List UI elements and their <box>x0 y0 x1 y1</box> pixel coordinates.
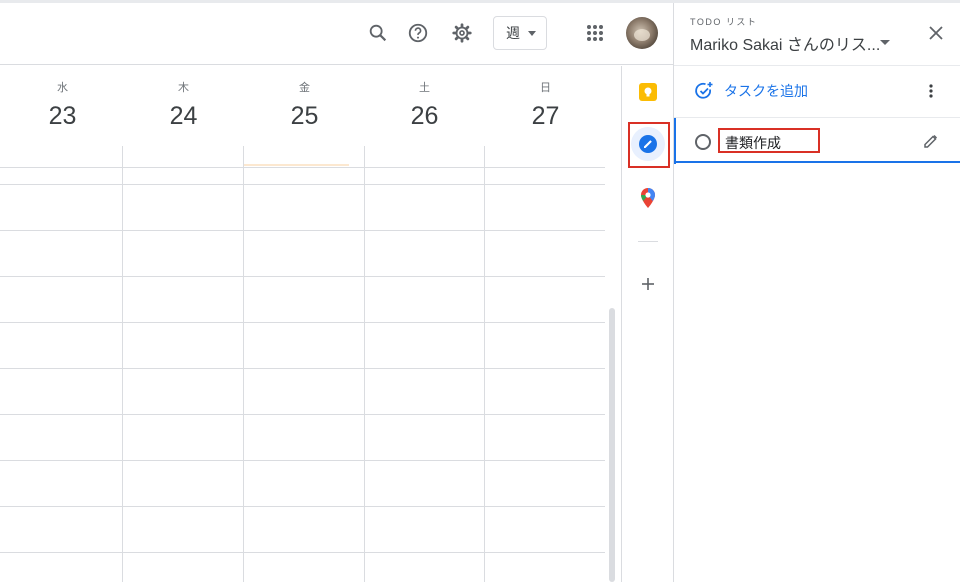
grid-divider <box>0 230 605 231</box>
more-vert-icon <box>929 84 933 98</box>
all-day-marker <box>244 164 349 166</box>
add-addon-button[interactable] <box>631 267 665 301</box>
grid-divider <box>0 368 605 369</box>
grid-divider <box>0 276 605 277</box>
grid-divider <box>0 552 605 553</box>
grid-divider <box>0 414 605 415</box>
maps-icon <box>641 188 655 208</box>
view-select[interactable]: 週 <box>493 16 547 50</box>
grid-divider <box>364 146 365 582</box>
grid-divider <box>0 506 605 507</box>
app-header: 週 <box>0 3 673 65</box>
settings-icon <box>452 23 472 43</box>
grid-divider <box>0 167 605 168</box>
task-list-select[interactable]: Mariko Sakai さんのリス... <box>690 31 880 55</box>
day-name: 水 <box>57 82 68 94</box>
grid-divider <box>122 146 123 582</box>
keep-button[interactable] <box>631 75 665 109</box>
day-name: 金 <box>299 82 310 94</box>
panel-divider <box>674 65 960 66</box>
add-task-icon <box>695 82 713 99</box>
chevron-down-icon <box>528 30 536 36</box>
maps-button[interactable] <box>631 181 665 215</box>
day-name: 木 <box>178 82 189 94</box>
settings-button[interactable] <box>446 17 478 49</box>
grid-divider <box>0 460 605 461</box>
time-grid[interactable] <box>0 146 605 582</box>
avatar[interactable] <box>626 17 658 49</box>
day-number[interactable]: 27 <box>485 101 606 131</box>
close-icon <box>929 26 943 40</box>
add-task-label: タスクを追加 <box>724 83 808 99</box>
day-number[interactable]: 25 <box>244 101 365 131</box>
rail-divider <box>638 241 658 242</box>
apps-grid-icon <box>587 25 603 41</box>
more-options-button[interactable] <box>921 79 941 103</box>
help-button[interactable] <box>402 17 434 49</box>
grid-divider <box>243 146 244 582</box>
day-number[interactable]: 23 <box>2 101 123 131</box>
panel-subtitle: TODO リスト <box>690 17 758 27</box>
view-select-label: 週 <box>506 25 520 41</box>
highlight-box <box>718 128 820 153</box>
day-name: 土 <box>419 82 430 94</box>
grid-divider <box>484 146 485 582</box>
apps-button[interactable] <box>579 17 611 49</box>
pencil-icon <box>924 134 938 148</box>
add-task-button[interactable]: タスクを追加 <box>694 79 808 103</box>
calendar-week-view: 水 23 木 24 金 25 土 26 日 27 <box>0 66 621 582</box>
keep-icon <box>639 83 657 101</box>
search-icon <box>369 24 387 42</box>
help-icon <box>408 23 428 43</box>
day-number[interactable]: 26 <box>364 101 485 131</box>
day-number[interactable]: 24 <box>123 101 244 131</box>
day-header[interactable]: 土 26 <box>364 66 485 146</box>
task-complete-checkbox[interactable] <box>695 134 711 150</box>
close-button[interactable] <box>924 21 948 45</box>
grid-divider <box>0 184 605 185</box>
day-header[interactable]: 木 24 <box>123 66 244 146</box>
day-header[interactable]: 水 23 <box>2 66 123 146</box>
day-header[interactable]: 金 25 <box>244 66 365 146</box>
grid-divider <box>0 322 605 323</box>
search-button[interactable] <box>362 17 394 49</box>
chevron-down-icon[interactable] <box>880 40 890 45</box>
tasks-panel: TODO リスト Mariko Sakai さんのリス... タスクを追加 書類… <box>673 3 960 582</box>
day-name: 日 <box>540 82 551 94</box>
day-header[interactable]: 日 27 <box>485 66 606 146</box>
highlight-box <box>628 122 670 168</box>
scrollbar[interactable] <box>609 308 615 582</box>
add-icon <box>642 278 654 290</box>
edit-task-button[interactable] <box>921 131 941 151</box>
